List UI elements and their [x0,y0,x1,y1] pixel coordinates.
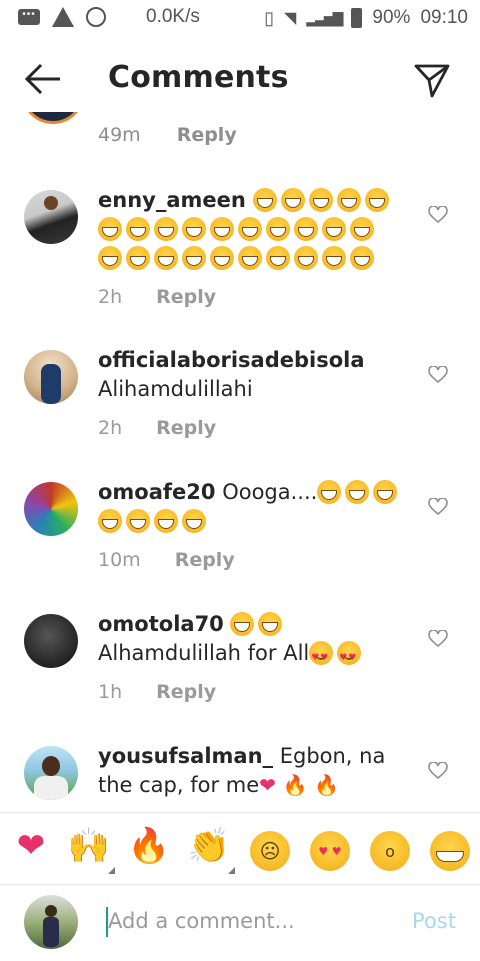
skin-tone-indicator-icon [228,867,235,874]
comment-time: 2h [98,286,123,308]
comment-meta: 10m Reply [98,546,408,575]
like-heart-icon[interactable] [428,206,448,224]
sad-face-emoji-icon[interactable]: ☹ [250,831,290,871]
vibrate-icon: ▯ [264,7,275,28]
comment-list[interactable]: 49m Reply enny_ameen 2h Reply officialab… [0,112,480,812]
comment-time: 2h [98,417,123,439]
reply-button[interactable]: Reply [177,124,237,146]
battery-icon [351,8,363,28]
emoji-quick-bar: ❤ 🙌 🔥 👏 ☹ ♥ ♥ o [0,812,480,885]
reply-button[interactable]: Reply [156,283,216,312]
comment-composer: Add a comment... Post [0,884,480,961]
fire-emoji-icon[interactable]: 🔥 [128,825,170,867]
sync-icon [86,7,106,27]
like-heart-icon[interactable] [428,366,448,384]
comment-body: yousufsalman_ Egbon, na the cap, for me❤… [98,742,408,800]
comment-meta: 1h Reply [98,678,408,707]
comment-input[interactable]: Add a comment... [108,909,295,933]
battery-level: 90% [372,7,411,28]
like-heart-icon[interactable] [428,630,448,648]
skin-tone-indicator-icon [108,867,115,874]
surprised-face-emoji-icon[interactable]: o [370,831,410,871]
heart-eyes-emoji-icon[interactable]: ♥ ♥ [310,831,350,871]
comment-time: 1h [98,681,123,703]
comment-username[interactable]: officialaborisadebisola [98,348,365,372]
like-heart-icon[interactable] [428,498,448,516]
comment-body: officialaborisadebisola Alihamdulillahi … [98,346,408,443]
page-title: Comments [108,60,289,95]
avatar[interactable] [24,350,78,404]
message-icon: ••• [18,9,40,25]
signal-icon: ▂▃▅▇ [306,9,343,26]
comment-username[interactable]: enny_ameen [98,188,246,212]
clapping-hands-emoji-icon[interactable]: 👏 [188,825,230,867]
status-bar: ••• 0.0K/s ▯ ◥ ▂▃▅▇ 90% 09:10 [0,0,480,38]
header: Comments [0,40,480,118]
comment-text: Alihamdulillahi [98,377,253,401]
comment-body: omoafe20 Oooga.... 10m Reply [98,478,408,575]
comment-body: omotola70 Alhamdulillah for All 1h Reply [98,610,408,707]
reply-button[interactable]: Reply [156,414,216,443]
like-heart-icon[interactable] [428,762,448,780]
heart-fire-emoji-row: ❤ 🔥 🔥 [259,773,340,797]
comment-meta: 2h Reply [98,414,408,443]
network-speed: 0.0K/s [146,6,200,27]
reply-button[interactable]: Reply [175,546,235,575]
comment-username[interactable]: omoafe20 [98,480,216,504]
comment-time: 49m [98,124,141,146]
avatar[interactable] [24,482,78,536]
comment-username[interactable]: omotola70 [98,612,224,636]
comment-username[interactable]: yousufsalman_ [98,744,273,768]
comment-text: Oooga.... [222,480,318,504]
grinning-face-emoji-icon[interactable] [430,831,470,871]
avatar[interactable] [24,614,78,668]
clock: 09:10 [420,7,468,28]
warning-icon [52,7,74,27]
comment-meta: 49m Reply [98,124,237,146]
post-button[interactable]: Post [412,909,456,933]
comment-meta: 2h Reply [98,283,408,312]
avatar[interactable] [21,112,85,124]
avatar[interactable] [24,746,78,800]
laughing-emoji-row [230,612,286,636]
comment-body: enny_ameen 2h Reply [98,186,408,312]
back-arrow-icon[interactable] [24,62,62,96]
heart-eyes-emoji-row [309,641,365,673]
comment-text: Alhamdulillah for All [98,641,310,665]
raised-hands-emoji-icon[interactable]: 🙌 [68,825,110,867]
comment-time: 10m [98,549,141,571]
avatar[interactable] [24,190,78,244]
wifi-icon: ◥ [284,10,297,27]
send-icon[interactable] [414,62,450,98]
avatar [24,895,78,949]
heart-emoji-icon[interactable]: ❤ [10,825,52,867]
reply-button[interactable]: Reply [156,678,216,707]
